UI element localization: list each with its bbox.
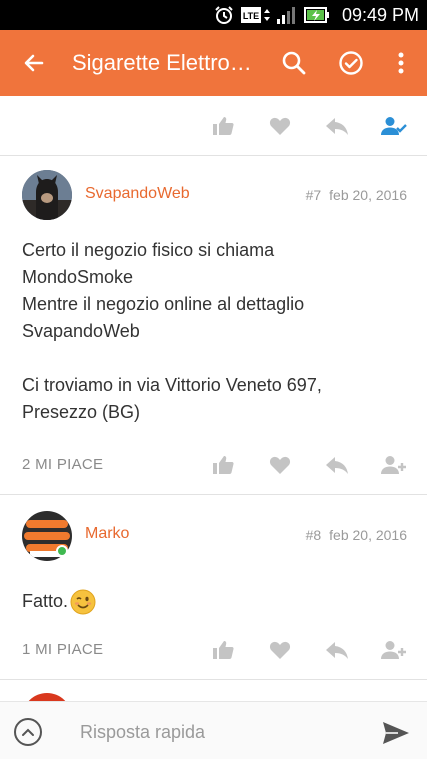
divider	[0, 155, 427, 156]
user-add-icon	[381, 456, 406, 474]
favorite-button[interactable]	[267, 638, 293, 662]
post-actions: 2 MI PIACE	[0, 436, 427, 494]
arrow-left-icon	[24, 54, 44, 72]
post-body: Certo il negozio fisico si chiama MondoS…	[22, 237, 412, 426]
battery-charging-icon	[303, 5, 330, 25]
send-icon	[383, 722, 409, 744]
chevron-up-icon	[22, 728, 34, 736]
thumbs-up-icon	[213, 641, 234, 659]
heart-icon	[269, 641, 291, 659]
like-button[interactable]	[210, 114, 236, 138]
divider	[0, 494, 427, 495]
reply-button[interactable]	[324, 453, 350, 477]
post-line: SvapandoWeb	[22, 321, 140, 341]
likes-count[interactable]: 1 MI PIACE	[22, 641, 103, 658]
like-button[interactable]	[210, 638, 236, 662]
svg-text:LTE: LTE	[243, 11, 259, 21]
favorite-button[interactable]	[267, 453, 293, 477]
signal-icon	[276, 5, 298, 25]
reply-button[interactable]	[324, 638, 350, 662]
post-meta: #7 feb 20, 2016	[306, 187, 407, 203]
followed-user-button[interactable]	[381, 114, 407, 138]
overflow-menu-button[interactable]	[385, 47, 417, 79]
thumbs-up-icon	[213, 117, 234, 135]
status-bar: LTE 09:49 PM	[0, 0, 427, 30]
post-line: Presezzo (BG)	[22, 402, 141, 422]
user-add-icon	[381, 641, 406, 659]
back-button[interactable]	[18, 47, 50, 79]
likes-count[interactable]: 2 MI PIACE	[22, 456, 103, 473]
divider	[0, 679, 427, 680]
mark-read-button[interactable]	[335, 47, 367, 79]
post-line: Certo il negozio fisico si chiama	[22, 240, 275, 260]
like-button[interactable]	[210, 453, 236, 477]
follow-user-button[interactable]	[381, 638, 407, 662]
check-circle-icon	[339, 51, 363, 75]
quick-reply-input[interactable]: Risposta rapida	[80, 722, 205, 743]
favorite-button[interactable]	[267, 114, 293, 138]
thumbs-up-icon	[213, 456, 234, 474]
previous-post-actions	[0, 97, 427, 155]
heart-icon	[269, 117, 291, 135]
wink-emoji-icon	[70, 589, 96, 614]
post-line: Mentre il negozio online al dettaglio	[22, 294, 305, 314]
quick-reply-bar: Risposta rapida	[0, 701, 427, 759]
online-indicator	[56, 545, 68, 557]
expand-button[interactable]	[14, 718, 42, 746]
post-line: Ci troviamo in via Vittorio Veneto 697,	[22, 375, 322, 395]
reply-button[interactable]	[324, 114, 350, 138]
post-author[interactable]: SvapandoWeb	[85, 185, 190, 203]
avatar[interactable]	[22, 170, 72, 220]
app-bar: Sigarette Elettro…	[0, 30, 427, 96]
follow-user-button[interactable]	[381, 453, 407, 477]
search-icon	[282, 51, 306, 75]
reply-icon	[326, 457, 348, 474]
post-number: #8	[305, 527, 322, 543]
post-line	[22, 345, 412, 372]
send-button[interactable]	[381, 720, 411, 746]
clock: 09:49 PM	[341, 4, 419, 25]
post-line: MondoSmoke	[22, 267, 134, 287]
reply-icon	[326, 118, 348, 135]
post-line: Fatto.	[22, 588, 97, 615]
post-date: feb 20, 2016	[329, 187, 407, 203]
post-actions: 1 MI PIACE	[0, 621, 427, 679]
user-check-icon	[381, 117, 407, 135]
post-date: feb 20, 2016	[329, 527, 407, 543]
reply-icon	[326, 642, 348, 659]
post-author[interactable]: Marko	[85, 525, 129, 543]
post-text: Fatto.	[22, 591, 69, 611]
post-body: Fatto.	[22, 588, 412, 615]
post-number: #7	[305, 187, 322, 203]
alarm-icon	[214, 5, 234, 25]
post-meta: #8 feb 20, 2016	[306, 527, 407, 543]
heart-icon	[269, 456, 291, 474]
topic-title[interactable]: Sigarette Elettro…	[72, 50, 267, 76]
search-button[interactable]	[278, 47, 310, 79]
more-vertical-icon	[398, 52, 404, 74]
lte-icon: LTE	[240, 5, 270, 25]
